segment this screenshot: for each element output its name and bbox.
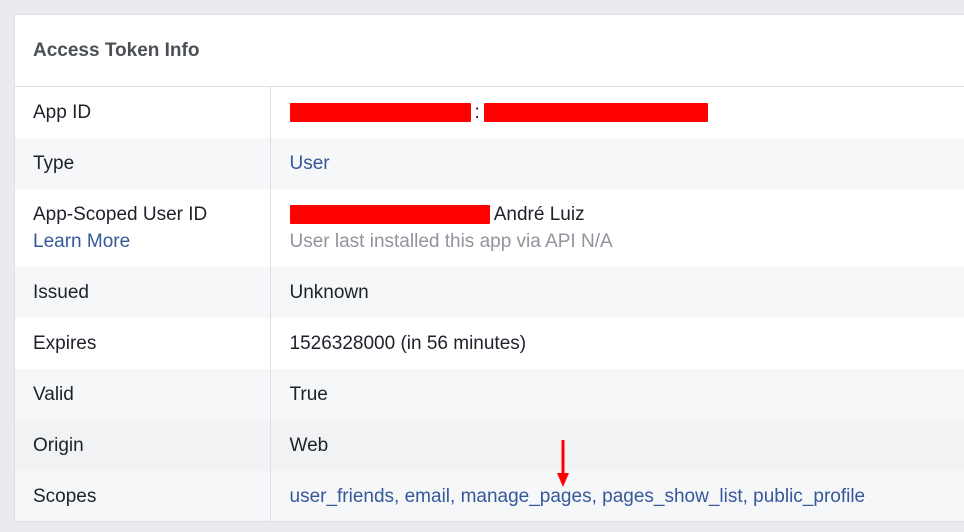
scopes-value[interactable]: user_friends, email, manage_pages, pages… [290, 486, 866, 507]
learn-more-link[interactable]: Learn More [33, 231, 270, 253]
user-id-line: André Luiz [289, 203, 964, 226]
app-id-redaction-1 [289, 102, 471, 122]
expires-label: Expires [15, 318, 271, 369]
token-info-table: App ID : Type User App-Scoped User ID Le… [15, 87, 964, 521]
red-down-arrow-icon [557, 440, 569, 487]
user-id-redaction [289, 204, 490, 224]
issued-label: Issued [15, 267, 271, 318]
origin-label: Origin [15, 420, 271, 471]
app-id-redaction-2 [483, 102, 708, 122]
user-id-label-cell: App-Scoped User ID Learn More [15, 189, 271, 267]
type-label: Type [15, 138, 271, 189]
valid-value: True [270, 369, 964, 420]
valid-label: Valid [15, 369, 271, 420]
app-id-label: App ID [15, 87, 271, 138]
access-token-info-panel: Access Token Info App ID : Type User App… [14, 14, 964, 522]
app-id-value: : [270, 87, 964, 138]
origin-value: Web [270, 420, 964, 471]
scopes-value-cell: user_friends, email, manage_pages, pages… [270, 471, 964, 521]
row-valid: Valid True [15, 369, 964, 420]
app-id-separator: : [474, 101, 480, 123]
panel-header: Access Token Info [15, 15, 964, 87]
row-app-id: App ID : [15, 87, 964, 138]
type-value-link[interactable]: User [290, 153, 330, 174]
install-note: User last installed this app via API N/A [289, 230, 613, 252]
user-name: André Luiz [493, 203, 585, 225]
row-issued: Issued Unknown [15, 267, 964, 318]
user-id-value-cell: André Luiz User last installed this app … [270, 189, 964, 267]
issued-value: Unknown [270, 267, 964, 318]
row-user-id: App-Scoped User ID Learn More André Luiz… [15, 189, 964, 267]
row-type: Type User [15, 138, 964, 189]
expires-value: 1526328000 (in 56 minutes) [289, 332, 527, 354]
type-value-cell: User [270, 138, 964, 189]
panel-title: Access Token Info [33, 39, 200, 61]
user-id-label: App-Scoped User ID [33, 203, 208, 225]
scopes-label: Scopes [15, 471, 271, 521]
row-origin: Origin Web [15, 420, 964, 471]
row-scopes: Scopes user_friends, email, manage_pages… [15, 471, 964, 521]
row-expires: Expires 1526328000 (in 56 minutes) [15, 318, 964, 369]
